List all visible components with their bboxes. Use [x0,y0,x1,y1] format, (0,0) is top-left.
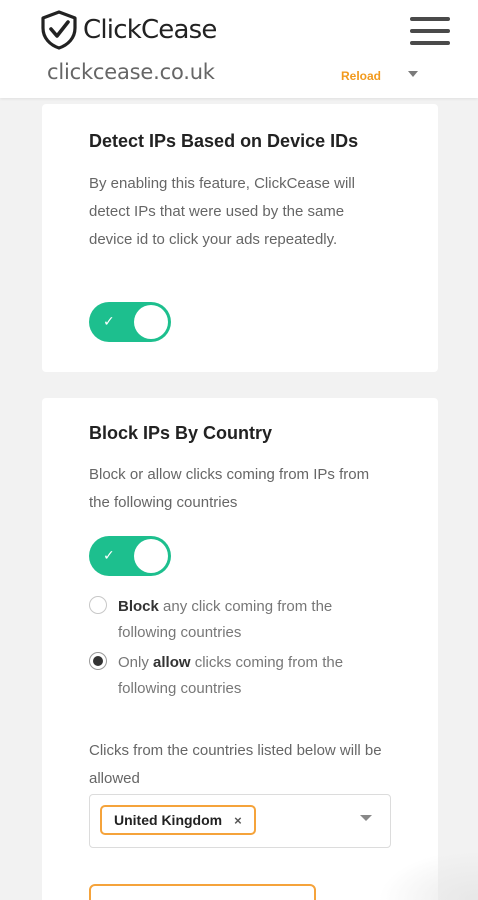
caret-down-icon[interactable] [360,815,372,821]
radio-block-bold: Block [118,598,159,615]
menu-line [410,41,450,45]
hamburger-menu-icon[interactable] [410,17,450,45]
device-id-description: By enabling this feature, ClickCease wil… [89,175,355,248]
menu-line [410,29,450,33]
country-select[interactable]: United Kingdom × [89,794,391,848]
corner-overlay [378,850,478,900]
domain-selector[interactable]: clickcease.co.uk [47,60,215,84]
toggle-knob [134,539,168,573]
country-card: Block IPs By Country Block or allow clic… [42,398,438,900]
radio-block-option[interactable]: Block any click coming from the followin… [89,594,389,646]
device-id-toggle[interactable]: ✓ [89,302,171,342]
radio-block-button[interactable] [89,596,107,614]
top-bar: ClickCease clickcease.co.uk Reload [0,0,478,98]
reload-link[interactable]: Reload [341,69,381,83]
check-icon: ✓ [103,313,115,329]
close-icon[interactable]: × [234,813,242,828]
radio-allow-option[interactable]: Only allow clicks coming from the follow… [89,650,389,702]
radio-block-label: Block any click coming from the followin… [118,594,388,646]
shield-check-icon [41,10,77,50]
country-chip-label: United Kingdom [114,812,223,828]
brand-logo[interactable]: ClickCease [40,10,217,50]
country-description: Block or allow clicks coming from IPs fr… [89,466,370,511]
device-id-title: Detect IPs Based on Device IDs [89,131,359,151]
device-id-card: Detect IPs Based on Device IDs By enabli… [42,104,438,372]
toggle-knob [134,305,168,339]
check-icon: ✓ [103,547,115,563]
menu-line [410,17,450,21]
country-title: Block IPs By Country [89,423,273,443]
brand-name: ClickCease [83,15,217,45]
radio-allow-label: Only allow clicks coming from the follow… [118,650,388,702]
country-toggle[interactable]: ✓ [89,536,171,576]
caret-down-icon[interactable] [408,71,418,77]
radio-allow-prefix: Only [118,654,154,671]
country-chip: United Kingdom × [100,805,256,835]
save-button[interactable] [89,884,316,900]
radio-allow-button[interactable] [89,652,107,670]
radio-allow-bold: allow [153,654,191,671]
country-list-note: Clicks from the countries listed below w… [89,742,382,787]
